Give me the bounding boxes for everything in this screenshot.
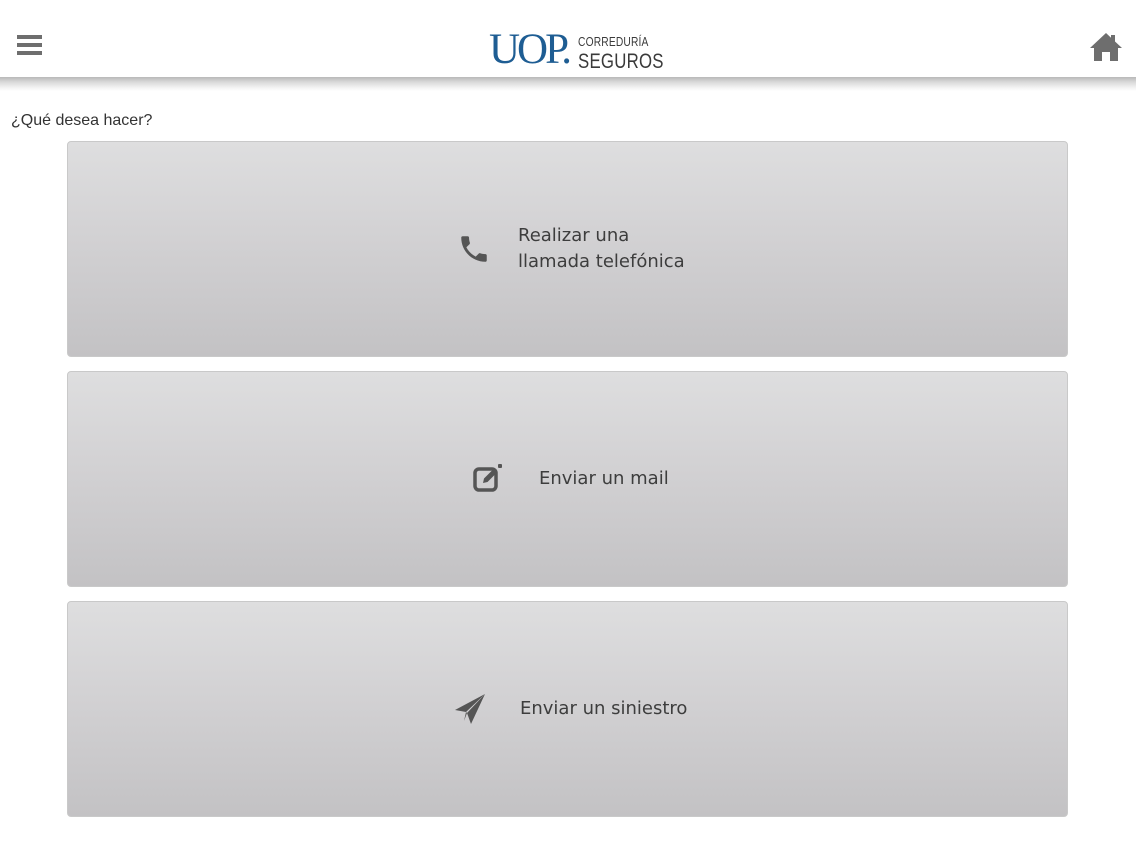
call-button[interactable]: Realizar una llamada telefónica <box>67 141 1068 357</box>
claim-button[interactable]: Enviar un siniestro <box>67 601 1068 817</box>
hamburger-menu-icon <box>17 35 42 55</box>
home-icon <box>1090 33 1122 61</box>
menu-button[interactable] <box>14 30 46 60</box>
phone-icon <box>456 231 492 267</box>
paper-plane-icon <box>452 691 488 727</box>
logo-mark: UOP. <box>489 26 572 73</box>
logo-line1: CORREDURÍA <box>578 35 649 49</box>
mail-button[interactable]: Enviar un mail <box>67 371 1068 587</box>
edit-mail-icon <box>470 461 506 497</box>
logo-line2: SEGUROS <box>578 50 664 73</box>
claim-label: Enviar un siniestro <box>520 698 688 719</box>
page-prompt: ¿Qué desea hacer? <box>11 112 153 129</box>
call-label: Realizar una llamada telefónica <box>518 225 685 272</box>
mail-label: Enviar un mail <box>539 468 669 489</box>
uop-logo: UOP. CORREDURÍA SEGUROS <box>489 26 663 74</box>
header-shadow <box>0 77 1136 91</box>
app-header: UOP. CORREDURÍA SEGUROS <box>0 0 1136 77</box>
home-button[interactable] <box>1089 31 1123 63</box>
